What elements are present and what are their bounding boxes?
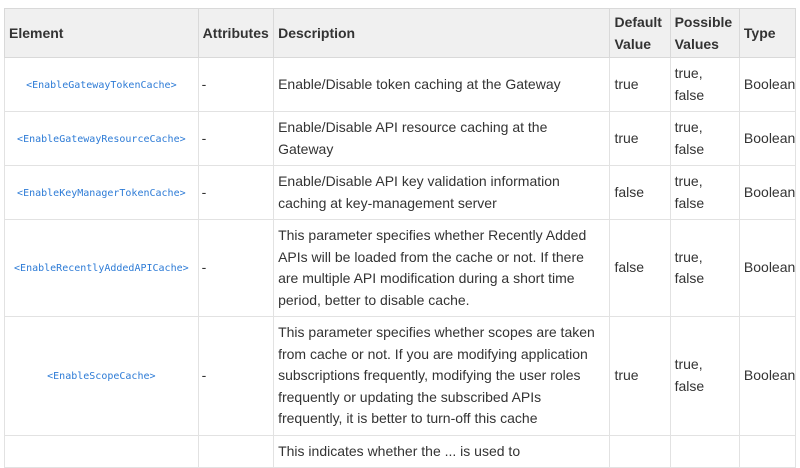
- cell-attributes: [197, 434, 275, 468]
- header-attributes: Attributes: [197, 8, 275, 58]
- header-possible-values: Possible Values: [669, 8, 740, 58]
- cell-description: This parameter specifies whether Recentl…: [273, 219, 611, 317]
- cell-element: [4, 434, 199, 468]
- cell-description: Enable/Disable API resource caching at t…: [273, 111, 611, 166]
- cell-possible-values: true, false: [669, 165, 740, 220]
- header-element: Element: [4, 8, 199, 58]
- cell-description: This indicates whether the ... is used t…: [273, 434, 611, 468]
- table-row: <EnableKeyManagerTokenCache> - Enable/Di…: [4, 165, 797, 220]
- cell-default-value: true: [609, 316, 671, 436]
- cell-possible-values: true, false: [669, 219, 740, 317]
- cell-possible-values: [669, 434, 740, 468]
- header-description: Description: [273, 8, 611, 58]
- table-row: <EnableScopeCache> - This parameter spec…: [4, 316, 797, 436]
- cell-description: Enable/Disable token caching at the Gate…: [273, 57, 611, 112]
- cell-element: <EnableRecentlyAddedAPICache>: [4, 219, 199, 317]
- header-default-value: Default Value: [609, 8, 671, 58]
- cell-element: <EnableGatewayTokenCache>: [4, 57, 199, 112]
- cell-possible-values: true, false: [669, 57, 740, 112]
- cell-default-value: [609, 434, 671, 468]
- element-code: <EnableScopeCache>: [47, 371, 156, 382]
- header-row: Element Attributes Description Default V…: [4, 8, 797, 58]
- config-table: Element Attributes Description Default V…: [4, 8, 797, 468]
- cell-description: This parameter specifies whether scopes …: [273, 316, 611, 436]
- cell-type: [738, 434, 797, 468]
- cell-type: Boolean: [738, 57, 797, 112]
- element-code: <EnableRecentlyAddedAPICache>: [14, 263, 189, 275]
- cell-description: Enable/Disable API key validation inform…: [273, 165, 611, 220]
- cell-element: <EnableKeyManagerTokenCache>: [4, 165, 199, 220]
- cell-default-value: true: [609, 111, 671, 166]
- cell-possible-values: true, false: [669, 316, 740, 436]
- cell-default-value: false: [609, 219, 671, 317]
- header-type: Type: [738, 8, 797, 58]
- cell-type: Boolean: [738, 316, 797, 436]
- cell-attributes: -: [197, 57, 275, 112]
- table-row: <EnableRecentlyAddedAPICache> - This par…: [4, 219, 797, 317]
- cell-default-value: false: [609, 165, 671, 220]
- cell-element: <EnableGatewayResourceCache>: [4, 111, 199, 166]
- table-row: This indicates whether the ... is used t…: [4, 434, 797, 468]
- cell-default-value: true: [609, 57, 671, 112]
- cell-type: Boolean: [738, 111, 797, 166]
- cell-attributes: -: [197, 111, 275, 166]
- cell-type: Boolean: [738, 219, 797, 317]
- cell-element: <EnableScopeCache>: [4, 316, 199, 436]
- cell-type: Boolean: [738, 165, 797, 220]
- cell-attributes: -: [197, 219, 275, 317]
- element-code: <EnableKeyManagerTokenCache>: [17, 187, 186, 199]
- cell-attributes: -: [197, 165, 275, 220]
- element-code: <EnableGatewayTokenCache>: [26, 79, 177, 91]
- element-code: <EnableGatewayResourceCache>: [17, 133, 186, 145]
- cell-attributes: -: [197, 316, 275, 436]
- table-row: <EnableGatewayResourceCache> - Enable/Di…: [4, 111, 797, 166]
- cell-possible-values: true, false: [669, 111, 740, 166]
- table-row: <EnableGatewayTokenCache> - Enable/Disab…: [4, 57, 797, 112]
